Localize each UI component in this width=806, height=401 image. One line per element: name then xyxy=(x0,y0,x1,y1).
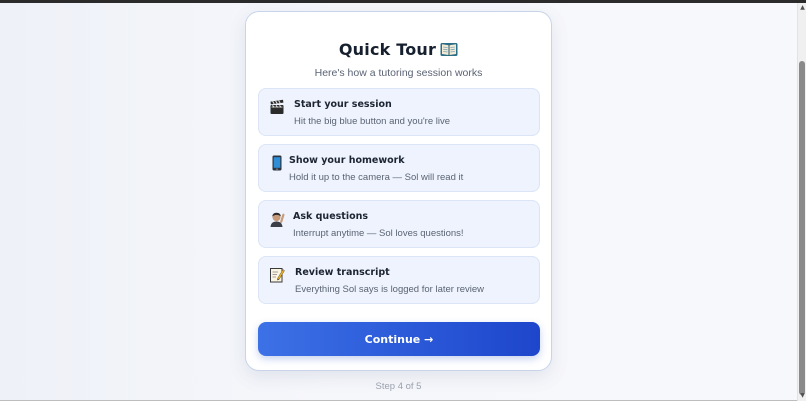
continue-button[interactable]: Continue → xyxy=(258,322,540,356)
step-description: Everything Sol says is logged for later … xyxy=(295,284,485,295)
window-top-bar xyxy=(0,0,806,3)
tour-step-show-homework: Show your homework Hold it up to the cam… xyxy=(258,144,540,192)
step-indicator: Step 4 of 5 xyxy=(375,381,422,392)
tour-title-text: Quick Tour xyxy=(338,40,437,59)
tour-title: Quick Tour xyxy=(246,40,551,64)
step-description: Hit the big blue button and you're live xyxy=(294,116,451,127)
step-description: Hold it up to the camera — Sol will read… xyxy=(289,172,464,183)
step-title: Show your homework xyxy=(289,155,405,166)
step-title: Start your session xyxy=(294,99,392,110)
tour-step-start-session: Start your session Hit the big blue butt… xyxy=(258,88,540,136)
tour-step-ask-questions: Ask questions Interrupt anytime — Sol lo… xyxy=(258,200,540,248)
scroll-down-arrow-icon[interactable]: ▼ xyxy=(799,392,806,400)
tour-subtitle: Here's how a tutoring session works xyxy=(314,67,483,79)
quick-tour-card: Quick Tour Here's how a tutoring session… xyxy=(245,11,552,371)
scroll-up-arrow-icon[interactable]: ▲ xyxy=(799,4,806,12)
step-title: Review transcript xyxy=(295,267,390,278)
vertical-scrollbar[interactable]: ▲ ▼ xyxy=(797,3,806,401)
memo-icon xyxy=(270,268,285,283)
scrollbar-thumb[interactable] xyxy=(799,61,805,395)
open-book-icon xyxy=(440,43,458,56)
tour-step-review-transcript: Review transcript Everything Sol says is… xyxy=(258,256,540,304)
mobile-phone-icon xyxy=(272,155,282,171)
step-title: Ask questions xyxy=(293,211,369,222)
clapperboard-icon xyxy=(270,99,284,114)
person-raising-hand-icon xyxy=(270,212,285,227)
step-description: Interrupt anytime — Sol loves questions! xyxy=(293,228,464,239)
